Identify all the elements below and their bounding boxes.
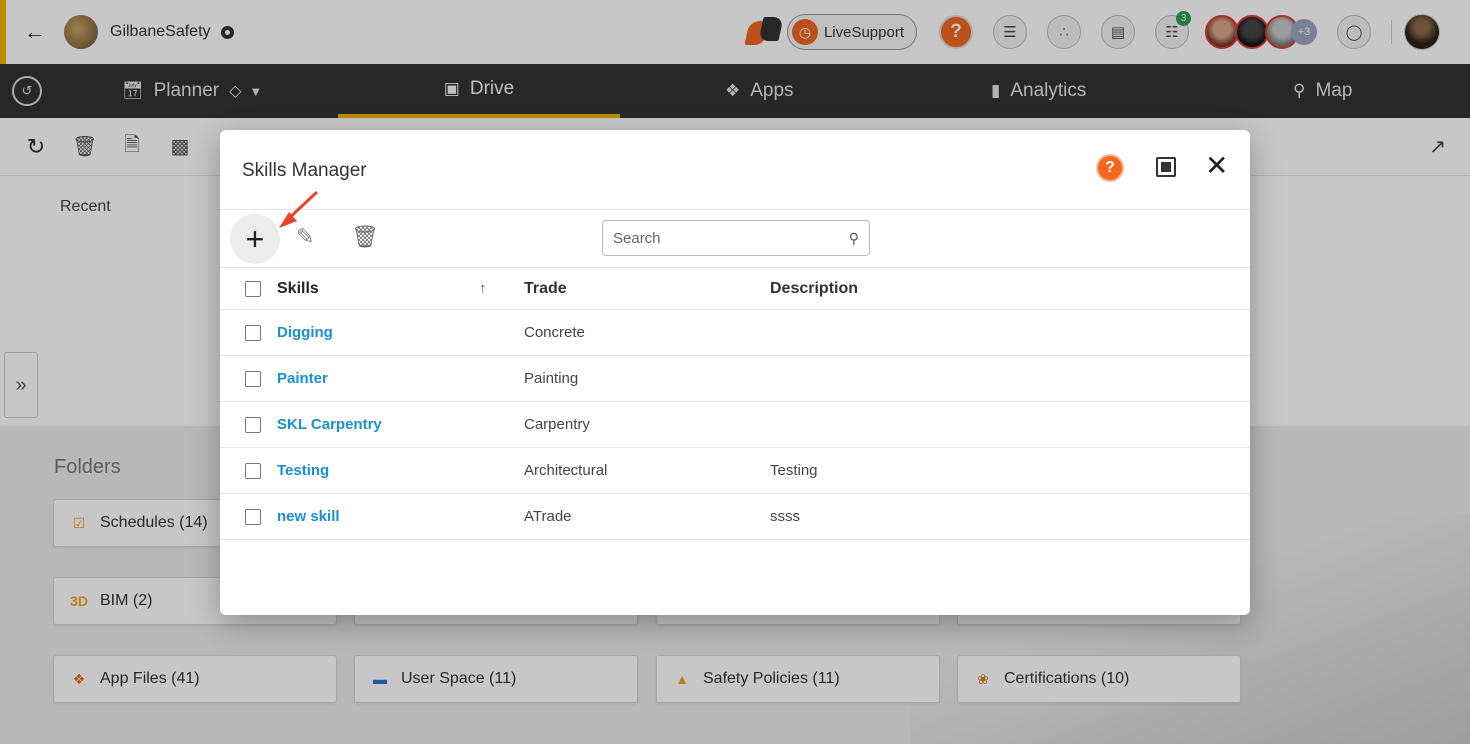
search-input[interactable] — [613, 229, 849, 247]
skill-link[interactable]: SKL Carpentry — [277, 416, 382, 433]
row-checkbox[interactable] — [245, 324, 261, 341]
column-header-skills[interactable]: Skills — [277, 280, 319, 298]
dialog-header: Skills Manager ? ✕ — [220, 130, 1250, 210]
skill-link[interactable]: Testing — [277, 462, 329, 479]
dialog-title: Skills Manager — [242, 160, 367, 181]
column-header-trade[interactable]: Trade — [524, 280, 567, 298]
column-header-description[interactable]: Description — [770, 280, 858, 298]
table-row[interactable]: Painter Painting — [220, 356, 1250, 402]
trade-cell: Painting — [524, 370, 579, 387]
skills-table: Skills ↑ Trade Description Digging Concr… — [220, 268, 1250, 540]
description-cell: Testing — [770, 462, 818, 479]
row-checkbox[interactable] — [245, 462, 261, 479]
close-icon[interactable]: ✕ — [1205, 152, 1228, 180]
table-header-row: Skills ↑ Trade Description — [220, 268, 1250, 310]
table-row[interactable]: Testing Architectural Testing — [220, 448, 1250, 494]
description-cell: ssss — [770, 508, 800, 525]
dialog-toolbar: + ✎ 🗑︎ ⚲ — [220, 190, 1250, 268]
edit-icon[interactable]: ✎ — [296, 224, 314, 250]
row-checkbox[interactable] — [245, 370, 261, 387]
skill-link[interactable]: new skill — [277, 508, 340, 525]
trade-cell: Carpentry — [524, 416, 590, 433]
trash-icon[interactable]: 🗑︎ — [351, 224, 379, 250]
maximize-icon[interactable] — [1156, 157, 1176, 177]
trade-cell: Architectural — [524, 462, 608, 479]
help-icon[interactable]: ? — [1096, 154, 1124, 182]
trade-cell: ATrade — [524, 508, 572, 525]
search-field[interactable]: ⚲ — [602, 220, 870, 256]
add-skill-button[interactable]: + — [230, 214, 280, 264]
search-icon[interactable]: ⚲ — [849, 230, 859, 247]
row-checkbox[interactable] — [245, 508, 261, 525]
table-row[interactable]: Digging Concrete — [220, 310, 1250, 356]
trade-cell: Concrete — [524, 324, 585, 341]
sort-ascending-icon[interactable]: ↑ — [479, 280, 487, 297]
skill-link[interactable]: Painter — [277, 370, 328, 387]
table-row[interactable]: new skill ATrade ssss — [220, 494, 1250, 540]
skill-link[interactable]: Digging — [277, 324, 333, 341]
select-all-checkbox[interactable] — [245, 280, 261, 297]
row-checkbox[interactable] — [245, 416, 261, 433]
skills-manager-dialog: Skills Manager ? ✕ + ✎ 🗑︎ ⚲ Skills ↑ Tra… — [220, 130, 1250, 615]
table-row[interactable]: SKL Carpentry Carpentry — [220, 402, 1250, 448]
